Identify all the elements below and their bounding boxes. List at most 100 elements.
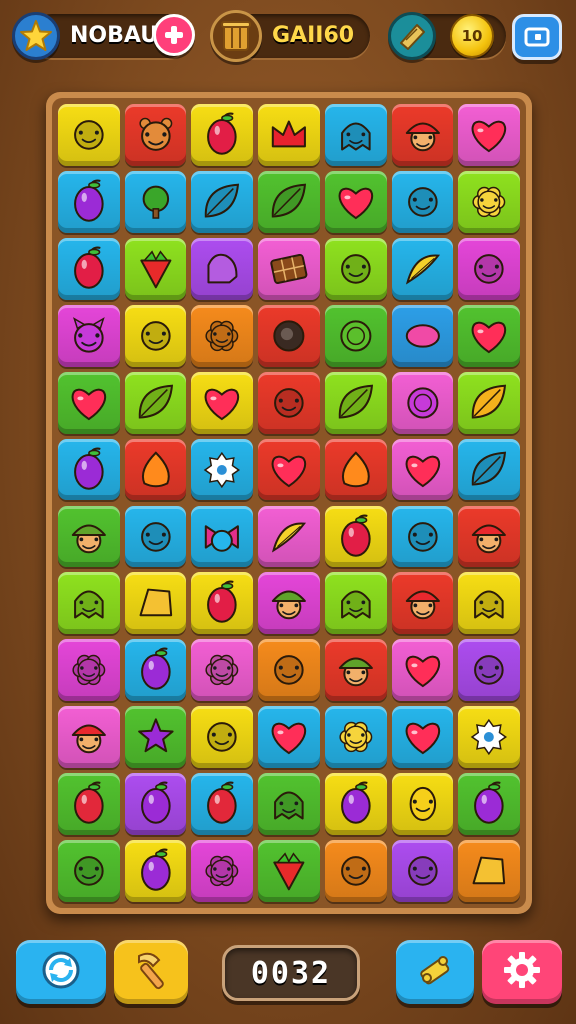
game-tile[interactable] — [124, 706, 187, 769]
game-tile[interactable] — [124, 639, 187, 702]
game-tile[interactable] — [324, 237, 387, 300]
game-tile[interactable] — [391, 773, 454, 836]
game-tile[interactable] — [458, 104, 520, 166]
menu-icon[interactable] — [512, 14, 562, 60]
game-tile[interactable] — [58, 840, 120, 902]
game-tile[interactable] — [191, 237, 254, 300]
game-tile[interactable] — [58, 170, 120, 233]
game-tile[interactable] — [258, 104, 320, 166]
game-tile[interactable] — [324, 371, 387, 434]
game-tile[interactable] — [458, 438, 520, 501]
plum-icon — [340, 781, 371, 824]
coin-icon: 10 — [450, 14, 494, 58]
game-tile[interactable] — [258, 170, 320, 233]
game-tile[interactable] — [324, 438, 387, 501]
game-tile[interactable] — [124, 237, 187, 300]
game-tile[interactable] — [458, 773, 520, 836]
hammer-button[interactable] — [114, 940, 188, 1004]
game-tile[interactable] — [124, 170, 187, 233]
game-tile[interactable] — [458, 572, 520, 635]
settings-button[interactable] — [482, 940, 562, 1004]
game-tile[interactable] — [58, 304, 120, 367]
game-tile[interactable] — [258, 438, 320, 501]
game-tile[interactable] — [391, 438, 454, 501]
game-tile[interactable] — [124, 104, 187, 166]
refresh-button[interactable] — [16, 940, 106, 1004]
game-tile[interactable] — [191, 505, 254, 568]
game-tile[interactable] — [458, 237, 520, 300]
game-tile[interactable] — [191, 438, 254, 501]
game-tile[interactable] — [58, 104, 120, 166]
smiley-icon — [274, 387, 304, 418]
game-tile[interactable] — [324, 304, 387, 367]
game-tile[interactable] — [324, 170, 387, 233]
game-tile[interactable] — [58, 237, 120, 300]
game-tile[interactable] — [324, 639, 387, 702]
game-tile[interactable] — [391, 505, 454, 568]
game-tile[interactable] — [124, 773, 187, 836]
game-tile[interactable] — [258, 840, 320, 902]
game-tile[interactable] — [191, 773, 254, 836]
game-tile[interactable] — [124, 572, 187, 635]
game-tile[interactable] — [458, 706, 520, 769]
crate-icon[interactable] — [210, 10, 262, 62]
game-tile[interactable] — [58, 639, 120, 702]
berry-icon — [74, 246, 104, 289]
game-tile[interactable] — [58, 572, 120, 635]
game-tile[interactable] — [191, 706, 254, 769]
game-tile[interactable] — [124, 304, 187, 367]
game-tile[interactable] — [258, 572, 320, 635]
game-tile[interactable] — [124, 371, 187, 434]
game-tile[interactable] — [58, 438, 120, 501]
game-tile[interactable] — [58, 706, 120, 769]
game-tile[interactable] — [458, 304, 520, 367]
game-tile[interactable] — [391, 706, 454, 769]
swap-button[interactable] — [396, 940, 474, 1004]
game-tile[interactable] — [458, 639, 520, 702]
game-tile[interactable] — [458, 170, 520, 233]
game-tile[interactable] — [258, 237, 320, 300]
blob-face-icon — [474, 655, 504, 686]
game-tile[interactable] — [324, 773, 387, 836]
star-icon[interactable] — [12, 12, 60, 60]
game-tile[interactable] — [391, 104, 454, 166]
game-tile[interactable] — [58, 773, 120, 836]
game-tile[interactable] — [191, 371, 254, 434]
game-tile[interactable] — [258, 505, 320, 568]
game-tile[interactable] — [324, 104, 387, 166]
game-tile[interactable] — [391, 840, 454, 902]
game-tile[interactable] — [458, 371, 520, 434]
gear-icon — [471, 719, 508, 756]
game-tile[interactable] — [58, 505, 120, 568]
game-tile[interactable] — [124, 505, 187, 568]
game-tile[interactable] — [391, 170, 454, 233]
gear-icon — [500, 948, 544, 996]
game-tile[interactable] — [191, 639, 254, 702]
game-tile[interactable] — [458, 505, 520, 568]
game-tile[interactable] — [258, 706, 320, 769]
game-tile[interactable] — [258, 304, 320, 367]
game-tile[interactable] — [124, 438, 187, 501]
game-tile[interactable] — [58, 371, 120, 434]
game-tile[interactable] — [391, 237, 454, 300]
game-tile[interactable] — [191, 170, 254, 233]
plus-icon[interactable] — [153, 14, 195, 56]
game-tile[interactable] — [191, 304, 254, 367]
game-tile[interactable] — [191, 840, 254, 902]
game-tile[interactable] — [258, 639, 320, 702]
game-tile[interactable] — [391, 304, 454, 367]
game-tile[interactable] — [458, 840, 520, 902]
game-tile[interactable] — [258, 773, 320, 836]
game-tile[interactable] — [324, 505, 387, 568]
game-tile[interactable] — [391, 572, 454, 635]
game-tile[interactable] — [391, 371, 454, 434]
game-tile[interactable] — [191, 104, 254, 166]
game-tile[interactable] — [391, 639, 454, 702]
game-tile[interactable] — [258, 371, 320, 434]
game-tile[interactable] — [324, 572, 387, 635]
game-tile[interactable] — [324, 706, 387, 769]
game-tile[interactable] — [191, 572, 254, 635]
game-tile[interactable] — [324, 840, 387, 902]
ticket-icon[interactable] — [388, 12, 436, 60]
game-tile[interactable] — [124, 840, 187, 902]
